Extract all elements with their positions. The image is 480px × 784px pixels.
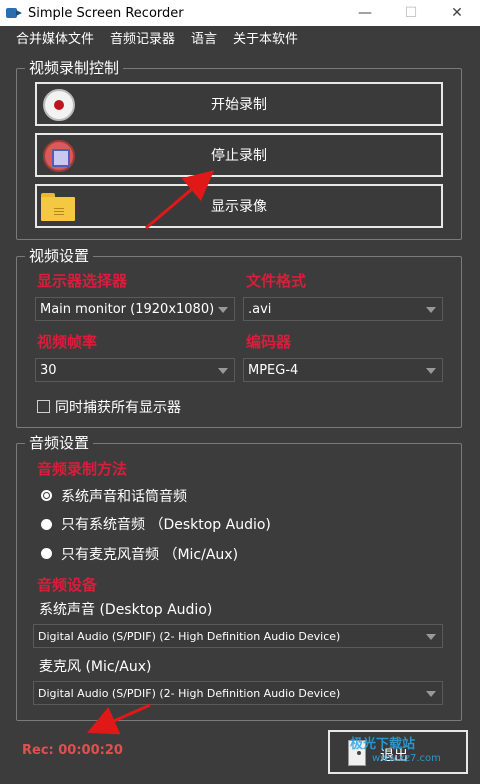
radio-system-and-mic-label: 系统声音和话筒音频: [61, 489, 187, 505]
mic-select[interactable]: Digital Audio (S/PDIF) (2- High Definiti…: [33, 681, 443, 705]
app-camera-icon: [6, 5, 22, 21]
audio-device-label: 音频设备: [37, 576, 98, 594]
menu-about[interactable]: 关于本软件: [225, 28, 306, 47]
window-title: Simple Screen Recorder: [28, 5, 184, 21]
watermark-line2: www.xz7.com: [372, 753, 441, 764]
maximize-button[interactable]: ☐: [388, 0, 434, 26]
site-watermark: 极光下载站 www.xz7.com: [350, 738, 441, 766]
close-button[interactable]: ✕: [434, 0, 480, 26]
radio-mic-only[interactable]: [41, 548, 52, 559]
radio-system-and-mic[interactable]: [41, 490, 52, 501]
monitor-select[interactable]: Main monitor (1920x1080): [35, 297, 235, 321]
frame-rate-select[interactable]: 30: [35, 358, 235, 382]
video-settings-group: 视频设置 显示器选择器 Main monitor (1920x1080) 文件格…: [16, 247, 462, 428]
radio-system-only-label: 只有系统音频 （Desktop Audio): [61, 517, 271, 533]
recording-time: Rec: 00:00:20: [22, 743, 123, 758]
frame-rate-value: 30: [40, 362, 57, 378]
audio-settings-group: 音频设置 音频录制方法 系统声音和话筒音频 只有系统音频 （Desktop Au…: [16, 434, 462, 721]
codec-label: 编码器: [246, 333, 292, 351]
watermark-line1: 极光下载站: [350, 737, 416, 752]
minimize-button[interactable]: —: [342, 0, 388, 26]
monitor-selector-label: 显示器选择器: [37, 272, 128, 290]
menu-bar: 合并媒体文件 音频记录器 语言 关于本软件: [0, 26, 480, 48]
menu-merge-media[interactable]: 合并媒体文件: [8, 28, 102, 47]
audio-settings-title: 音频设置: [25, 434, 94, 452]
codec-value: MPEG-4: [248, 362, 299, 378]
stop-recording-label: 停止录制: [211, 148, 267, 164]
show-recording-button[interactable]: 显示录像: [35, 184, 443, 228]
chevron-down-icon: [426, 691, 436, 697]
chevron-down-icon: [426, 368, 436, 374]
audio-method-label: 音频录制方法: [37, 460, 128, 478]
radio-system-only[interactable]: [41, 519, 52, 530]
chevron-down-icon: [426, 634, 436, 640]
system-sound-value: Digital Audio (S/PDIF) (2- High Definiti…: [38, 629, 341, 643]
file-format-label: 文件格式: [246, 272, 307, 290]
video-control-group: 视频录制控制 开始录制 停止录制 显示录像: [16, 59, 462, 240]
mic-label: 麦克风 (Mic/Aux): [39, 659, 152, 675]
stop-recording-button[interactable]: 停止录制: [35, 133, 443, 177]
monitor-select-value: Main monitor (1920x1080): [40, 301, 215, 317]
codec-select[interactable]: MPEG-4: [243, 358, 443, 382]
window-controls: — ☐ ✕: [342, 0, 480, 26]
title-bar: Simple Screen Recorder — ☐ ✕: [0, 0, 480, 26]
frame-rate-label: 视频帧率: [37, 333, 98, 351]
show-recording-label: 显示录像: [211, 199, 267, 215]
system-sound-select[interactable]: Digital Audio (S/PDIF) (2- High Definiti…: [33, 624, 443, 648]
menu-audio-recorder[interactable]: 音频记录器: [102, 28, 183, 47]
file-format-select[interactable]: .avi: [243, 297, 443, 321]
mic-value: Digital Audio (S/PDIF) (2- High Definiti…: [38, 686, 341, 700]
chevron-down-icon: [218, 368, 228, 374]
system-sound-label: 系统声音 (Desktop Audio): [39, 602, 213, 618]
capture-all-monitors-checkbox[interactable]: [37, 400, 50, 413]
capture-all-monitors-label: 同时捕获所有显示器: [55, 400, 181, 416]
chevron-down-icon: [218, 307, 228, 313]
start-recording-button[interactable]: 开始录制: [35, 82, 443, 126]
video-settings-title: 视频设置: [25, 247, 94, 265]
radio-mic-only-label: 只有麦克风音频 （Mic/Aux): [61, 547, 239, 563]
menu-language[interactable]: 语言: [183, 28, 225, 47]
video-control-title: 视频录制控制: [25, 59, 124, 77]
chevron-down-icon: [426, 307, 436, 313]
start-recording-label: 开始录制: [211, 97, 267, 113]
file-format-value: .avi: [248, 301, 272, 317]
